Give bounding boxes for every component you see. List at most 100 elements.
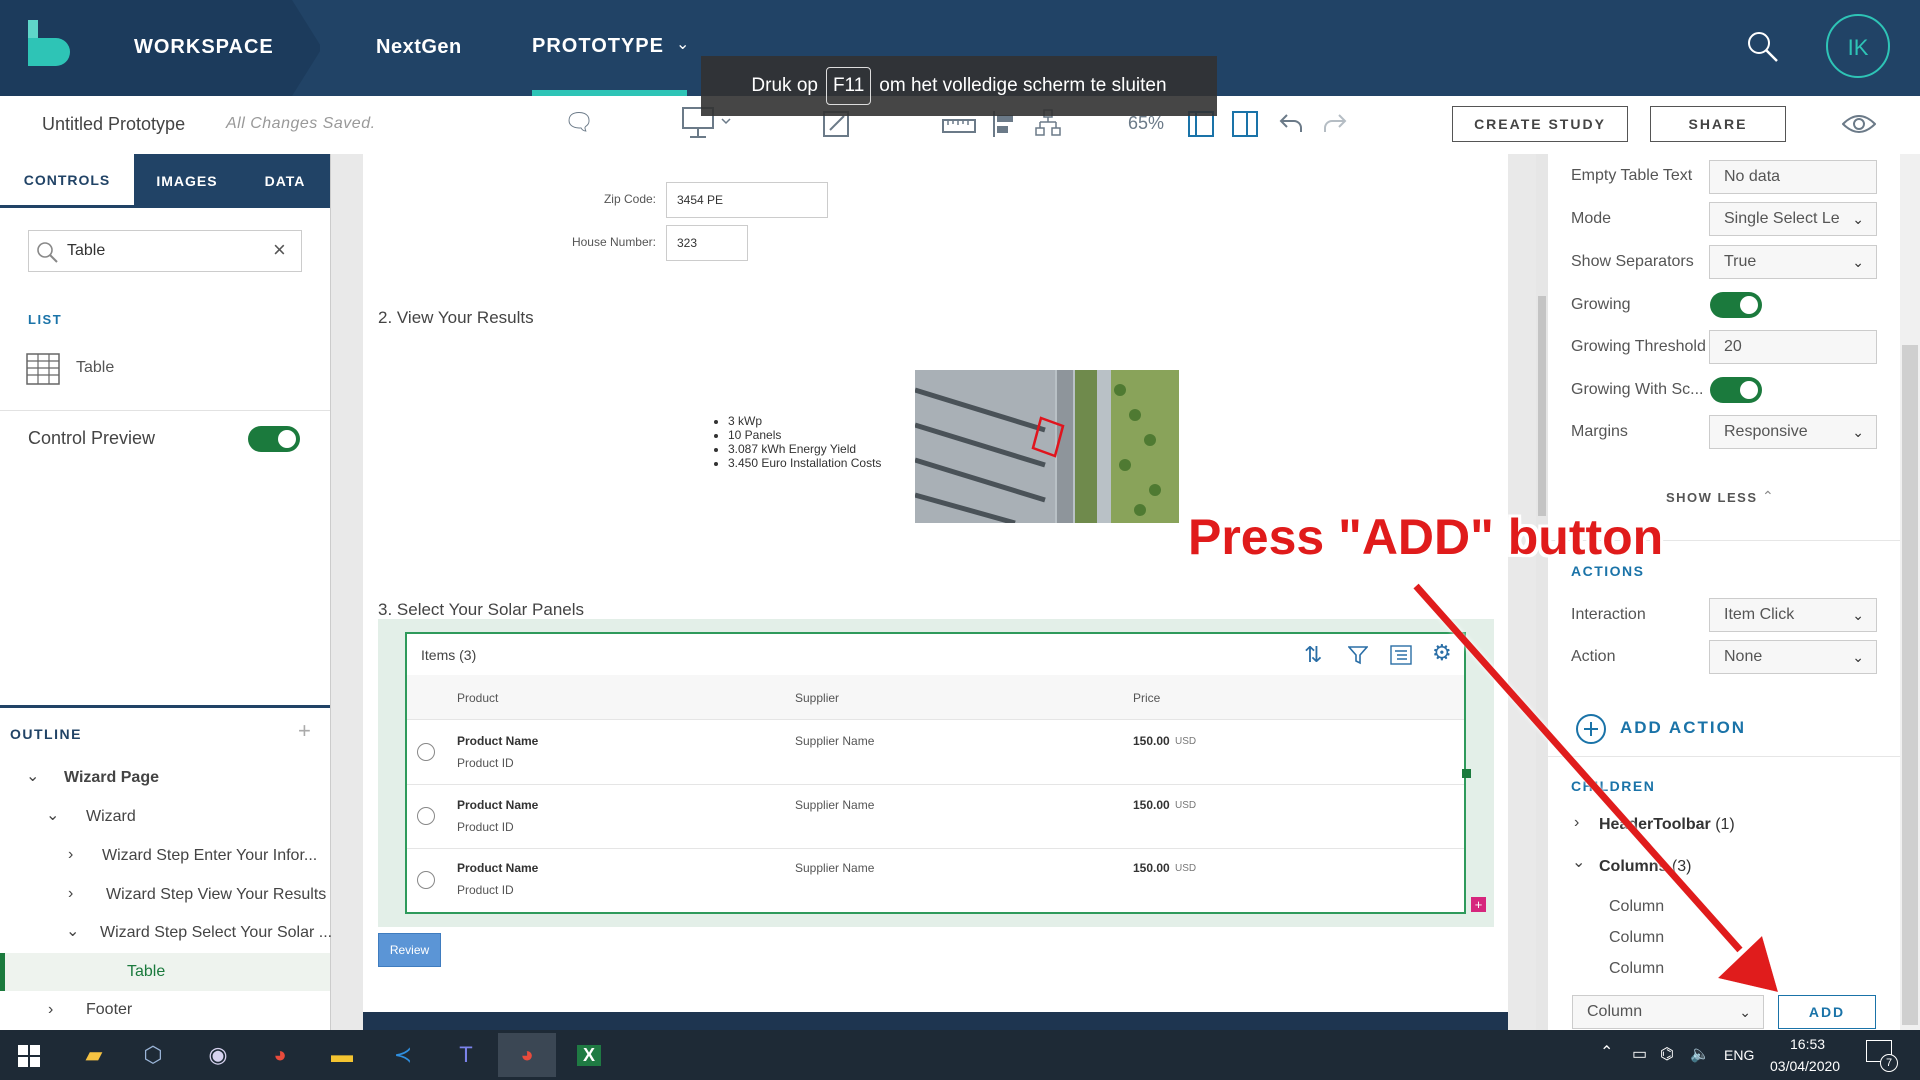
avatar[interactable]: IK [1826, 14, 1890, 78]
comment-icon[interactable]: 🗨 [564, 108, 594, 137]
chevron-down-icon[interactable]: ⌄ [676, 34, 689, 54]
preview-eye-icon[interactable] [1842, 114, 1876, 134]
file-explorer-icon[interactable]: ▬ [320, 1033, 364, 1077]
right-panel-toggle-icon[interactable] [1232, 110, 1258, 138]
redo-icon[interactable] [1322, 112, 1348, 134]
tab-controls[interactable]: CONTROLS [0, 154, 134, 208]
chevron-down-icon: ⌄ [1852, 254, 1864, 270]
col-price[interactable]: Price [1133, 691, 1160, 705]
clear-search-icon[interactable]: × [273, 237, 286, 263]
review-button[interactable]: Review [378, 933, 441, 967]
zip-input[interactable]: 3454 PE [666, 182, 828, 218]
chevron-right-icon[interactable]: › [48, 1001, 53, 1019]
nav-prototype[interactable]: PROTOTYPE [532, 35, 664, 58]
sort-icon[interactable]: ⇅ [1304, 642, 1322, 668]
undo-icon[interactable] [1278, 112, 1304, 134]
chevron-right-icon[interactable]: › [68, 885, 73, 903]
table-row[interactable]: Product Name Product ID Supplier Name 15… [407, 720, 1464, 784]
row-select-radio[interactable] [417, 743, 435, 761]
row-select-radio[interactable] [417, 871, 435, 889]
outline-step-select[interactable]: Wizard Step Select Your Solar ... [100, 924, 332, 942]
outline-table[interactable]: Table [127, 963, 165, 981]
chevron-down-icon[interactable]: ⌄ [46, 805, 59, 825]
col-supplier[interactable]: Supplier [795, 691, 839, 705]
prop-threshold-input[interactable]: 20 [1709, 330, 1877, 364]
prop-mode-select[interactable]: Single Select Le ⌄ [1709, 202, 1877, 236]
search-input[interactable]: Table [67, 242, 105, 260]
supplier-name: Supplier Name [795, 734, 875, 748]
teams-icon[interactable]: T [444, 1033, 488, 1077]
prop-label-separators: Show Separators [1571, 253, 1694, 270]
filter-icon[interactable] [1348, 645, 1368, 665]
clock-time[interactable]: 16:53 [1790, 1036, 1825, 1052]
zoom-level[interactable]: 65% [1128, 113, 1164, 134]
outline-step-enter[interactable]: Wizard Step Enter Your Infor... [102, 847, 317, 865]
chrome-active-icon[interactable]: ◕ [498, 1033, 556, 1077]
search-icon[interactable] [1746, 30, 1780, 64]
control-preview-toggle[interactable] [248, 426, 300, 452]
chevron-down-icon[interactable]: ⌄ [66, 921, 79, 941]
prop-label-mode: Mode [1571, 210, 1612, 227]
network-icon[interactable]: ⌬ [1660, 1044, 1674, 1064]
add-child-button[interactable]: ADD [1778, 995, 1876, 1029]
virtualbox-icon[interactable]: ⬡ [131, 1033, 175, 1077]
row-select-radio[interactable] [417, 807, 435, 825]
battery-icon[interactable]: ▭ [1632, 1044, 1647, 1064]
create-study-button[interactable]: CREATE STUDY [1452, 106, 1628, 142]
prop-margins-select[interactable]: Responsive ⌄ [1709, 415, 1877, 449]
outline-wizard-page[interactable]: Wizard Page [64, 769, 159, 787]
outline-step-view[interactable]: Wizard Step View Your Results [106, 886, 326, 904]
table-control-icon[interactable] [26, 353, 60, 385]
price-value: 150.00 [1133, 861, 1170, 875]
table-title: Items (3) [421, 647, 477, 663]
product-id: Product ID [457, 820, 514, 834]
ruler-icon[interactable] [942, 114, 976, 134]
panel-scrollbar-thumb[interactable] [1902, 345, 1918, 1025]
clock-date[interactable]: 03/04/2020 [1770, 1058, 1840, 1074]
tray-chevron-up-icon[interactable]: ⌃ [1600, 1042, 1613, 1062]
result-panels: 10 Panels [728, 428, 881, 442]
canvas-scrollbar-thumb[interactable] [1538, 296, 1546, 516]
volume-icon[interactable]: 🔈 [1690, 1044, 1710, 1064]
outline-footer[interactable]: Footer [86, 1001, 132, 1019]
table-row[interactable]: Product Name Product ID Supplier Name 15… [407, 849, 1464, 912]
price-value: 150.00 [1133, 798, 1170, 812]
add-outline-icon[interactable]: + [298, 718, 311, 744]
language-indicator[interactable]: ENG [1724, 1047, 1754, 1063]
notification-count: 7 [1880, 1054, 1898, 1072]
excel-icon[interactable]: X [567, 1033, 611, 1077]
share-button[interactable]: SHARE [1650, 106, 1786, 142]
chevron-up-icon[interactable]: ⌃ [1762, 488, 1774, 505]
app-logo [28, 20, 70, 66]
eclipse-icon[interactable]: ◉ [196, 1033, 240, 1077]
prop-mode-value: Single Select Le [1724, 210, 1840, 227]
chevron-down-icon[interactable]: ⌄ [26, 766, 39, 786]
show-less-button[interactable]: SHOW LESS [1666, 490, 1758, 505]
app-icon-1[interactable]: ▰ [72, 1033, 116, 1077]
outline-wizard[interactable]: Wizard [86, 808, 136, 826]
tab-images[interactable]: IMAGES [134, 154, 240, 208]
table-row[interactable]: Product Name Product ID Supplier Name 15… [407, 785, 1464, 848]
prop-growing-scroll-toggle[interactable] [1710, 377, 1762, 403]
results-list: 3 kWp 10 Panels 3.087 kWh Energy Yield 3… [710, 414, 881, 470]
prop-margins-value: Responsive [1724, 423, 1808, 440]
col-product[interactable]: Product [457, 691, 498, 705]
prop-separators-value: True [1724, 253, 1757, 270]
nav-project[interactable]: NextGen [376, 36, 462, 59]
house-number-input[interactable]: 323 [666, 225, 748, 261]
outline-divider [0, 705, 330, 708]
prop-empty-text-input[interactable]: No data [1709, 160, 1877, 194]
prop-separators-select[interactable]: True ⌄ [1709, 245, 1877, 279]
control-search-box[interactable]: Table × [28, 230, 302, 272]
prototype-title[interactable]: Untitled Prototype [42, 114, 185, 135]
windows-start-icon[interactable] [18, 1045, 40, 1067]
prop-growing-toggle[interactable] [1710, 292, 1762, 318]
chevron-right-icon[interactable]: › [68, 846, 73, 864]
table-control-label[interactable]: Table [76, 359, 114, 377]
nav-workspace[interactable]: WORKSPACE [134, 36, 274, 59]
list-section-header: LIST [28, 312, 63, 327]
tab-data[interactable]: DATA [240, 154, 330, 208]
chrome-icon[interactable]: ◕ [258, 1033, 302, 1077]
vscode-icon[interactable]: ≺ [381, 1033, 425, 1077]
child-type-select[interactable]: Column ⌄ [1572, 995, 1764, 1029]
